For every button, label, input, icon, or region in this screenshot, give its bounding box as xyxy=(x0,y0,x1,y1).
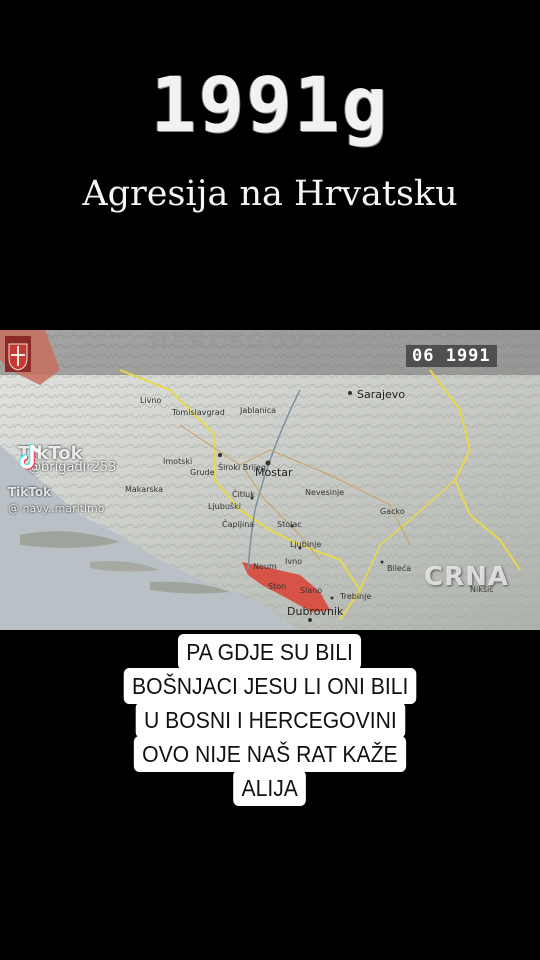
place-imotski: Imotski xyxy=(163,457,193,466)
tiktok-handle-secondary: @ navy..maritimo xyxy=(8,502,105,515)
tiktok-watermark-secondary: TikTok @ navy..maritimo xyxy=(8,485,105,515)
place-ljubuski: Ljubuški xyxy=(208,502,241,511)
place-livno: Livno xyxy=(140,396,162,405)
subtitle-text: Agresija na Hrvatsku xyxy=(82,174,458,214)
place-capljina: Čapljina xyxy=(222,520,255,529)
place-trebinje: Trebinje xyxy=(340,592,372,601)
place-mostar: Mostar xyxy=(255,466,293,479)
place-grude: Grude xyxy=(190,468,215,477)
tiktok-watermark: TikTok @brigadir253 xyxy=(18,443,116,475)
place-stolac: Stolac xyxy=(277,520,302,529)
place-neum: Neum xyxy=(253,562,277,571)
tiktok-logo-icon xyxy=(19,444,41,470)
caption-line: PA GDJE SU BILI xyxy=(178,634,362,670)
map-video-clip: HERCEGOVINA 06 1991 Sarajevo Livno Tomis… xyxy=(0,330,540,630)
place-makarska: Makarska xyxy=(125,485,164,494)
region-label-bottom: CRNA xyxy=(424,562,509,592)
serbian-coat-of-arms-icon xyxy=(5,336,31,372)
place-nevesinje: Nevesinje xyxy=(305,488,345,497)
place-gacko: Gacko xyxy=(380,507,405,516)
caption-line: ALIJA xyxy=(233,770,307,806)
place-sarajevo: Sarajevo xyxy=(357,388,406,401)
place-slano: Slano xyxy=(300,586,323,595)
tiktok-brand-secondary: TikTok xyxy=(8,485,52,499)
date-badge: 06 1991 xyxy=(406,345,497,367)
caption-line: OVO NIJE NAŠ RAT KAŽE xyxy=(133,736,407,772)
place-jablanica: Jablanica xyxy=(240,406,277,415)
year-title: 1991g xyxy=(150,60,390,149)
place-dubrovnik: Dubrovnik xyxy=(287,605,344,618)
place-ivno: Ivno xyxy=(285,557,303,566)
place-ljubinje: Ljubinje xyxy=(290,540,322,549)
place-tomislavgrad: Tomislavgrad xyxy=(172,408,225,417)
caption-line: U BOSNI I HERCEGOVINI xyxy=(135,702,405,738)
place-ston: Ston xyxy=(268,582,287,591)
place-bileca: Bileća xyxy=(387,564,412,573)
video-frame[interactable]: 1991g Agresija na Hrvatsku HERCEGOVINA 0… xyxy=(0,0,540,960)
caption-line: BOŠNJACI JESU LI ONI BILI xyxy=(123,668,417,704)
place-citluk: Čitluk xyxy=(232,490,255,499)
caption-box: PA GDJE SU BILI BOŠNJACI JESU LI ONI BIL… xyxy=(0,634,540,806)
region-label: HERCEGOVINA xyxy=(150,330,362,355)
